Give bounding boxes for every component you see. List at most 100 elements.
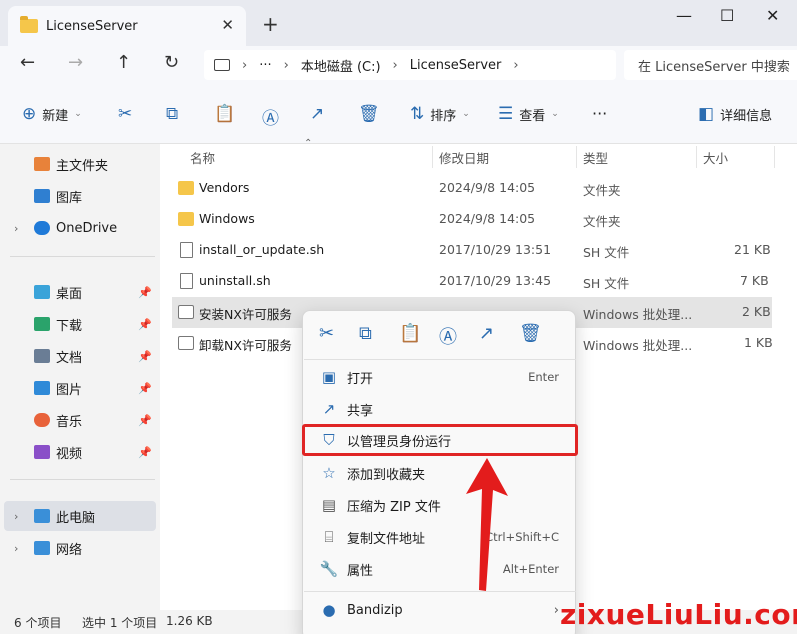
column-header-name[interactable]: 名称 xyxy=(190,144,215,170)
share-button[interactable]: ↗ xyxy=(310,104,330,124)
sidebar-item-label: 图库 xyxy=(56,190,83,206)
sidebar-item-gallery[interactable]: 图库 xyxy=(4,181,156,211)
file-name: 卸载NX许可服务 xyxy=(199,338,292,353)
view-button[interactable]: ☰ 查看 ⌄ xyxy=(498,104,559,124)
copy-path-icon: ⌸ xyxy=(324,528,334,546)
menu-item-add-favorites[interactable]: ☆ 添加到收藏夹 xyxy=(309,458,571,488)
copy-button[interactable]: ⧉ xyxy=(166,104,184,124)
chevron-right-icon[interactable]: › xyxy=(14,510,18,523)
refresh-button[interactable]: ↻ xyxy=(164,52,179,73)
file-type: Windows 批处理... xyxy=(583,307,693,322)
table-row[interactable]: install_or_update.sh 2017/10/29 13:51 SH… xyxy=(172,235,772,266)
sidebar-item-onedrive[interactable]: › OneDrive xyxy=(4,213,156,243)
command-bar: ⊕ 新建 ⌄ ✂ ⧉ 📋 Ⓐ ↗ 🗑 ⇅ 排序 ⌄ ☰ 查看 ⌄ ··· ◧ 详… xyxy=(0,86,797,144)
sidebar-item-desktop[interactable]: 桌面 📌 xyxy=(4,277,156,307)
trash-icon: 🗑 xyxy=(358,104,380,124)
close-tab-icon[interactable]: ✕ xyxy=(221,16,234,34)
title-bar: LicenseServer ✕ + — ☐ ✕ xyxy=(0,0,797,46)
table-row[interactable]: Windows 2024/9/8 14:05 文件夹 xyxy=(172,204,772,235)
file-icon xyxy=(180,242,193,258)
sidebar-item-videos[interactable]: 视频 📌 xyxy=(4,437,156,467)
sidebar-item-downloads[interactable]: 下载 📌 xyxy=(4,309,156,339)
menu-item-run-as-admin[interactable]: ⛉ 以管理员身份运行 xyxy=(302,424,578,456)
divider xyxy=(10,256,155,257)
chevron-right-icon: › xyxy=(283,57,289,73)
paste-button[interactable]: 📋 xyxy=(214,104,241,124)
chevron-right-icon[interactable]: › xyxy=(14,542,18,555)
copy-icon: ⧉ xyxy=(166,104,179,124)
annotation-arrow xyxy=(466,458,508,591)
breadcrumb-licenseserver[interactable]: LicenseServer xyxy=(410,58,502,73)
chevron-right-icon: › xyxy=(553,602,559,618)
menu-item-copy-path[interactable]: ⌸ 复制文件地址 Ctrl+Shift+C xyxy=(309,522,571,552)
new-label: 新建 xyxy=(42,108,69,124)
delete-button[interactable]: 🗑 xyxy=(358,104,386,124)
clipboard-icon: 📋 xyxy=(214,104,236,124)
open-icon: ▣ xyxy=(321,368,337,386)
column-header-type[interactable]: 类型 xyxy=(583,144,608,170)
column-divider[interactable] xyxy=(576,146,577,168)
copy-menu-button[interactable]: ⧉ xyxy=(359,323,372,344)
details-button[interactable]: ◧ 详细信息 xyxy=(698,104,772,124)
sort-button[interactable]: ⇅ 排序 ⌄ xyxy=(410,104,470,124)
share-icon: ↗ xyxy=(310,104,325,124)
sidebar-item-home[interactable]: 主文件夹 xyxy=(4,149,156,179)
navigation-pane: 主文件夹 图库 › OneDrive 桌面 📌 下载 📌 文档 📌 图片 📌 音… xyxy=(0,144,160,610)
menu-item-compress-zip[interactable]: ▤ 压缩为 ZIP 文件 xyxy=(309,490,571,520)
sidebar-item-network[interactable]: › 网络 xyxy=(4,533,156,563)
more-options-button[interactable]: ··· xyxy=(592,104,607,123)
paste-menu-button[interactable]: 📋 xyxy=(399,323,421,344)
maximize-button[interactable]: ☐ xyxy=(720,6,734,25)
table-row[interactable]: Vendors 2024/9/8 14:05 文件夹 xyxy=(172,173,772,204)
rename-button[interactable]: Ⓐ xyxy=(262,104,285,129)
sidebar-item-label: 图片 xyxy=(56,382,83,398)
delete-menu-button[interactable]: 🗑 xyxy=(519,323,542,344)
breadcrumb-drive[interactable]: 本地磁盘 (C:) xyxy=(301,56,381,75)
file-type: 文件夹 xyxy=(583,183,621,198)
shield-icon: ⛉ xyxy=(323,431,335,449)
picture-icon xyxy=(34,381,50,395)
watermark: zixueLiuLiu.com xyxy=(560,598,797,631)
cut-menu-button[interactable]: ✂ xyxy=(319,323,334,344)
forward-button[interactable]: → xyxy=(68,52,83,73)
tab-licenseserver[interactable]: LicenseServer ✕ xyxy=(8,6,246,46)
sidebar-item-pictures[interactable]: 图片 📌 xyxy=(4,373,156,403)
search-input[interactable]: 在 LicenseServer 中搜索 xyxy=(624,50,797,80)
chevron-right-icon: › xyxy=(242,57,248,73)
sidebar-item-label: 网络 xyxy=(56,542,83,558)
up-button[interactable]: ↑ xyxy=(116,52,131,73)
chevron-down-icon: ⌄ xyxy=(462,109,470,119)
column-header-size[interactable]: 大小 xyxy=(703,144,728,170)
rename-menu-button[interactable]: Ⓐ xyxy=(439,323,457,349)
view-label: 查看 xyxy=(519,108,546,124)
selected-count: 选中 1 个项目 xyxy=(82,616,158,630)
new-button[interactable]: ⊕ 新建 ⌄ xyxy=(22,104,82,124)
sidebar-item-label: 文档 xyxy=(56,350,83,366)
column-divider[interactable] xyxy=(696,146,697,168)
sidebar-item-this-pc[interactable]: › 此电脑 xyxy=(4,501,156,531)
file-modified: 2017/10/29 13:45 xyxy=(439,273,552,288)
new-tab-button[interactable]: + xyxy=(262,12,279,36)
folder-icon xyxy=(20,16,38,33)
chevron-right-icon[interactable]: › xyxy=(14,222,18,235)
menu-item-properties[interactable]: 🔧 属性 Alt+Enter xyxy=(309,554,571,584)
menu-item-bandizip[interactable]: ● Bandizip › xyxy=(309,595,571,625)
address-more-button[interactable]: ··· xyxy=(259,58,271,73)
sidebar-item-documents[interactable]: 文档 📌 xyxy=(4,341,156,371)
menu-item-label: 打开 xyxy=(347,371,374,387)
wrench-icon: 🔧 xyxy=(319,560,339,578)
table-row[interactable]: uninstall.sh 2017/10/29 13:45 SH 文件 7 KB xyxy=(172,266,772,297)
column-divider[interactable] xyxy=(774,146,775,168)
menu-item-share[interactable]: ↗ 共享 xyxy=(309,394,571,424)
column-divider[interactable] xyxy=(432,146,433,168)
minimize-button[interactable]: — xyxy=(676,6,692,25)
cut-button[interactable]: ✂ xyxy=(118,104,138,124)
close-window-button[interactable]: ✕ xyxy=(766,6,779,25)
back-button[interactable]: ← xyxy=(20,52,35,73)
menu-item-open[interactable]: ▣ 打开 Enter xyxy=(309,362,571,392)
folder-icon xyxy=(178,181,194,195)
address-bar[interactable]: › ··· › 本地磁盘 (C:) › LicenseServer › xyxy=(204,50,616,80)
share-menu-button[interactable]: ↗ xyxy=(479,323,494,344)
column-header-modified[interactable]: 修改日期 xyxy=(439,144,489,170)
sidebar-item-music[interactable]: 音乐 📌 xyxy=(4,405,156,435)
